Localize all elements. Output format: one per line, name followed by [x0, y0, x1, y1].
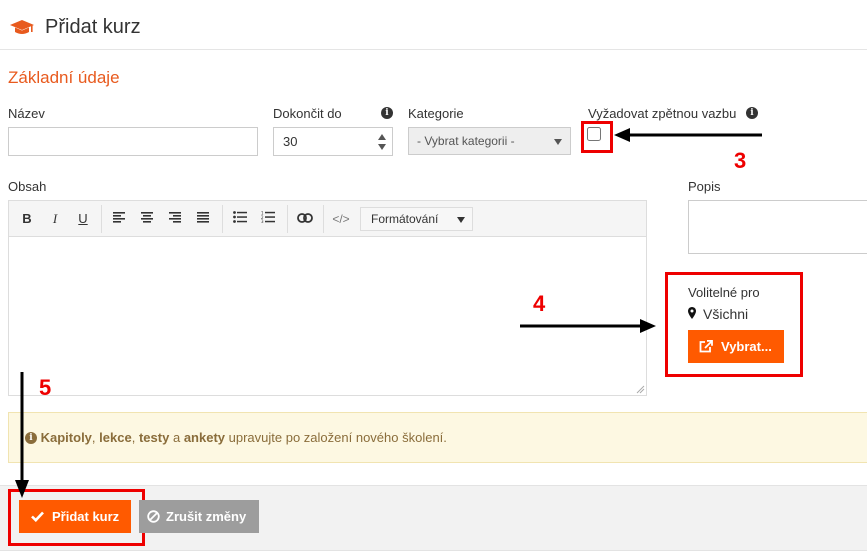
align-center-icon[interactable]	[135, 209, 159, 229]
page-title: Přidat kurz	[45, 16, 141, 38]
info-icon: i	[381, 107, 393, 119]
format-dropdown-label: Formátování	[371, 212, 439, 226]
notice-word-surveys: ankety	[183, 430, 226, 445]
annotation-number-4: 4	[533, 291, 546, 316]
resize-handle-icon[interactable]	[635, 384, 645, 394]
external-link-icon	[699, 340, 713, 353]
finish-label: Dokončit do	[273, 106, 342, 121]
annotation-arrow-3	[614, 128, 762, 142]
section-title: Základní údaje	[8, 68, 120, 87]
notice-sep-1: ,	[91, 430, 96, 445]
feedback-label: Vyžadovat zpětnou vazbu	[588, 106, 737, 121]
link-icon[interactable]	[293, 209, 317, 229]
chevron-down-icon	[457, 217, 465, 223]
notice-word-tests: testy	[138, 430, 170, 445]
notice-sep-3: a	[172, 430, 181, 445]
bullet-list-icon[interactable]	[228, 209, 252, 229]
notice-word-lessons: lekce	[99, 430, 132, 445]
annotation-arrow-4	[520, 319, 656, 333]
annotation-arrow-5	[15, 372, 29, 498]
ban-icon	[147, 510, 160, 523]
stepper-down-icon[interactable]	[378, 144, 386, 150]
cancel-changes-label: Zrušit změny	[166, 509, 247, 524]
add-course-button[interactable]: Přidat kurz	[19, 500, 131, 533]
select-audience-button[interactable]: Vybrat...	[688, 330, 784, 363]
format-dropdown[interactable]: Formátování	[360, 207, 473, 231]
info-icon: i	[746, 107, 758, 119]
category-select[interactable]: - Vybrat kategorii -	[408, 127, 571, 155]
description-label: Popis	[688, 179, 721, 194]
align-right-icon[interactable]	[163, 209, 187, 229]
underline-button[interactable]: U	[71, 209, 95, 229]
toolbar-separator	[101, 205, 102, 233]
annotation-number-5: 5	[39, 375, 52, 400]
notice-sep-2: ,	[131, 430, 136, 445]
name-label: Název	[8, 106, 45, 121]
category-selected: - Vybrat kategorii -	[417, 134, 515, 148]
content-label: Obsah	[8, 179, 47, 194]
annotation-number-3: 3	[734, 148, 747, 173]
divider	[0, 49, 867, 50]
name-input[interactable]	[8, 127, 258, 156]
category-label: Kategorie	[408, 106, 464, 121]
bold-button[interactable]: B	[15, 209, 39, 229]
optional-value: Všichni	[703, 306, 749, 322]
svg-text:3: 3	[261, 219, 264, 223]
align-left-icon[interactable]	[107, 209, 131, 229]
cancel-changes-button[interactable]: Zrušit změny	[139, 500, 259, 533]
description-textarea[interactable]	[688, 200, 867, 254]
graduation-cap-icon	[9, 19, 35, 40]
notice-rest: upravujte po založení nového školení.	[228, 430, 447, 445]
toolbar-separator	[287, 205, 288, 233]
content-editor[interactable]	[8, 236, 647, 396]
check-icon	[31, 511, 44, 522]
add-course-label: Přidat kurz	[52, 509, 120, 524]
editor-toolbar: B I U 123 </> Formátování	[8, 200, 647, 237]
italic-button[interactable]: I	[43, 209, 67, 229]
map-marker-icon	[688, 307, 696, 322]
stepper-up-icon[interactable]	[378, 134, 386, 140]
notice-word-chapters: Kapitoly	[40, 430, 92, 445]
finish-days-stepper[interactable]: 30	[273, 127, 393, 156]
chevron-down-icon	[554, 139, 562, 145]
select-audience-label: Vybrat...	[721, 339, 772, 354]
code-view-icon[interactable]: </>	[329, 209, 353, 229]
finish-days-value: 30	[283, 134, 298, 149]
numbered-list-icon[interactable]: 123	[256, 209, 280, 229]
feedback-checkbox[interactable]	[587, 127, 601, 141]
optional-label: Volitelné pro	[688, 285, 760, 300]
toolbar-separator	[323, 205, 324, 233]
align-justify-icon[interactable]	[191, 209, 215, 229]
toolbar-separator	[222, 205, 223, 233]
info-notice: i Kapitoly, lekce, testy a ankety upravu…	[8, 412, 867, 463]
